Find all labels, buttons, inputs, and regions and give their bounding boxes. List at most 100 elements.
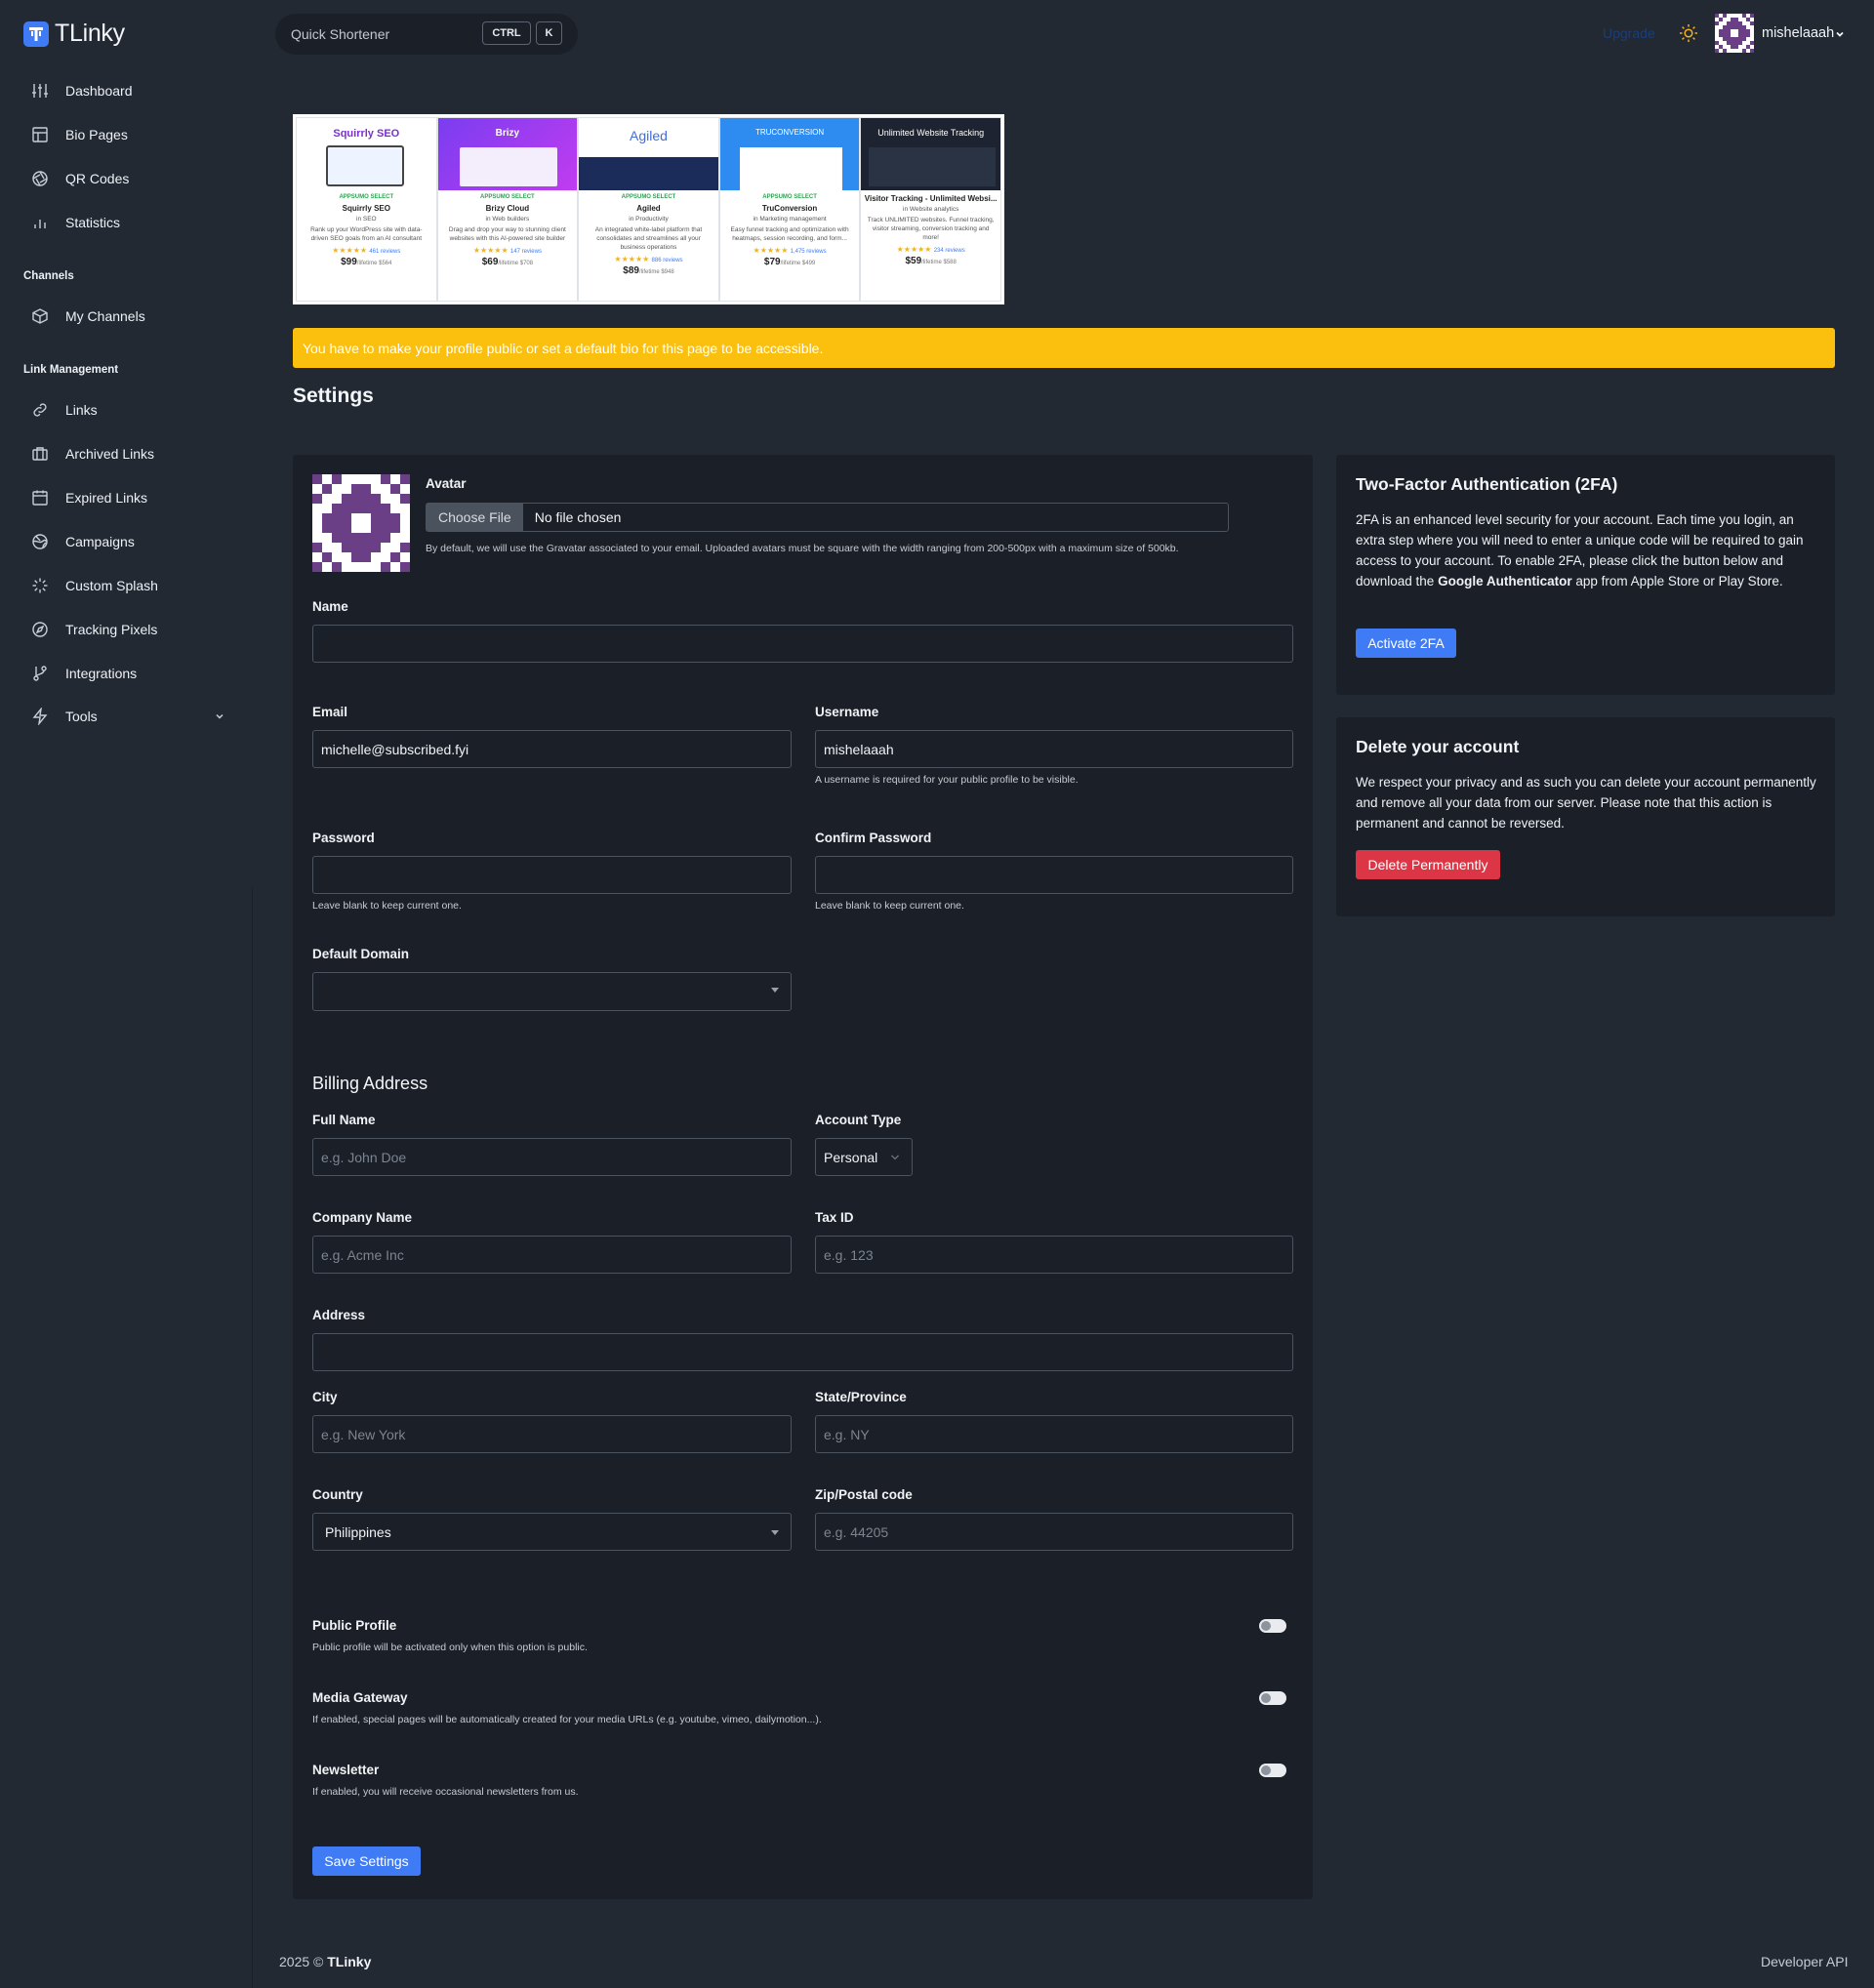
sidebar-item-my-channels[interactable]: My Channels — [31, 305, 145, 327]
kbd-k: K — [536, 21, 562, 45]
user-menu-name[interactable]: mishelaaah — [1762, 25, 1834, 41]
delete-title: Delete your account — [1356, 737, 1520, 756]
ad-card[interactable]: TRUCONVERSION APPSUMO SELECT TruConversi… — [718, 117, 861, 302]
developer-api-link[interactable]: Developer API — [1761, 1954, 1849, 1969]
newsletter-toggle[interactable] — [1259, 1764, 1286, 1777]
caret-down-icon — [771, 988, 779, 993]
footer-brand[interactable]: TLinky — [327, 1954, 371, 1969]
public-profile-label: Public Profile — [312, 1618, 397, 1633]
globe-icon — [32, 534, 48, 549]
sliders-icon — [32, 84, 48, 98]
sidebar-item-label: Expired Links — [65, 490, 148, 506]
media-gateway-toggle[interactable] — [1259, 1691, 1286, 1705]
settings-card: Avatar Choose File No file chosen By def… — [293, 455, 1313, 1899]
confirm-password-help: Leave blank to keep current one. — [815, 900, 964, 912]
ad-desc: An integrated white-label platform that … — [594, 226, 703, 251]
ad-category: in Website analytics — [903, 206, 959, 213]
twofa-card: Two-Factor Authentication (2FA) 2FA is a… — [1336, 455, 1835, 695]
full-name-label: Full Name — [312, 1113, 376, 1127]
delete-permanently-button[interactable]: Delete Permanently — [1356, 850, 1500, 879]
sidebar-item-statistics[interactable]: Statistics — [31, 212, 120, 233]
app-logo[interactable]: TLinky — [23, 20, 125, 48]
sidebar-item-custom-splash[interactable]: Custom Splash — [31, 575, 158, 596]
choose-file-button[interactable]: Choose File — [427, 504, 523, 531]
ad-brand: TRUCONVERSION — [754, 128, 825, 137]
ad-tag: APPSUMO SELECT — [339, 194, 394, 200]
ad-price: $59/lifetime $588 — [905, 256, 957, 266]
address-field[interactable] — [312, 1333, 1293, 1371]
password-field[interactable] — [312, 856, 792, 894]
ad-price: $99/lifetime $564 — [341, 257, 392, 267]
avatar-file-input[interactable]: Choose File No file chosen — [426, 503, 1229, 532]
sidebar-item-archived-links[interactable]: Archived Links — [31, 443, 154, 465]
save-settings-button[interactable]: Save Settings — [312, 1846, 421, 1876]
ad-category: in Web builders — [485, 216, 530, 223]
company-name-field[interactable]: e.g. Acme Inc — [312, 1236, 792, 1274]
sidebar-item-links[interactable]: Links — [31, 399, 98, 421]
ad-name: Brizy Cloud — [485, 204, 530, 213]
sidebar-item-qr-codes[interactable]: QR Codes — [31, 168, 129, 189]
ad-card[interactable]: Brizy APPSUMO SELECT Brizy Cloud in Web … — [436, 117, 579, 302]
country-select[interactable]: Philippines — [312, 1513, 792, 1551]
upgrade-link[interactable]: Upgrade — [1603, 25, 1655, 41]
email-field[interactable]: michelle@subscribed.fyi — [312, 730, 792, 768]
confirm-password-label: Confirm Password — [815, 831, 932, 845]
avatar[interactable] — [1715, 14, 1754, 53]
briefcase-icon — [32, 447, 48, 461]
ad-brand: Agiled — [630, 128, 668, 143]
chevron-down-icon[interactable] — [215, 710, 224, 724]
ad-price: $79/lifetime $499 — [763, 257, 816, 267]
sidebar-item-expired-links[interactable]: Expired Links — [31, 487, 147, 508]
ad-name: Visitor Tracking - Unlimited Websi... — [864, 194, 998, 203]
tax-id-field[interactable]: e.g. 123 — [815, 1236, 1293, 1274]
confirm-password-field[interactable] — [815, 856, 1293, 894]
sun-icon[interactable] — [1679, 23, 1698, 46]
ad-price: $69/lifetime $708 — [481, 257, 534, 267]
sidebar-item-tools[interactable]: Tools — [31, 706, 98, 727]
zap-icon — [32, 708, 48, 725]
sidebar-item-tracking-pixels[interactable]: Tracking Pixels — [31, 619, 157, 640]
ad-rating: ★★★★★ 461 reviews — [332, 246, 401, 255]
sidebar-divider — [252, 888, 253, 1988]
public-profile-toggle[interactable] — [1259, 1619, 1286, 1633]
ad-tag: APPSUMO SELECT — [762, 194, 817, 200]
ad-rating: ★★★★★ 886 reviews — [614, 255, 683, 264]
ad-tag: APPSUMO SELECT — [480, 194, 535, 200]
sidebar-item-integrations[interactable]: Integrations — [31, 663, 137, 684]
default-domain-select[interactable] — [312, 972, 792, 1011]
ad-card[interactable]: Unlimited Website Tracking Visitor Track… — [860, 117, 1001, 302]
nav-section-link-management: Link Management — [23, 364, 119, 376]
zip-field[interactable]: e.g. 44205 — [815, 1513, 1293, 1551]
zip-label: Zip/Postal code — [815, 1487, 913, 1502]
sidebar-item-campaigns[interactable]: Campaigns — [31, 531, 135, 552]
chevron-down-icon — [891, 1155, 899, 1160]
city-field[interactable]: e.g. New York — [312, 1415, 792, 1453]
account-type-select[interactable]: Personal — [815, 1138, 913, 1176]
state-field[interactable]: e.g. NY — [815, 1415, 1293, 1453]
password-help: Leave blank to keep current one. — [312, 900, 462, 912]
sidebar-item-label: Integrations — [65, 666, 138, 681]
username-field[interactable]: mishelaaah — [815, 730, 1293, 768]
country-label: Country — [312, 1487, 363, 1502]
box-icon — [32, 308, 48, 324]
ad-card[interactable]: Agiled APPSUMO SELECT Agiled in Producti… — [578, 117, 719, 302]
full-name-field[interactable]: e.g. John Doe — [312, 1138, 792, 1176]
public-profile-help: Public profile will be activated only wh… — [312, 1642, 588, 1653]
delete-text: We respect your privacy and as such you … — [1356, 775, 1816, 831]
name-field[interactable] — [312, 625, 1293, 663]
activate-2fa-button[interactable]: Activate 2FA — [1356, 629, 1456, 658]
app-name: TLinky — [55, 20, 125, 47]
sidebar-item-dashboard[interactable]: Dashboard — [31, 80, 133, 101]
country-value: Philippines — [325, 1523, 391, 1540]
tax-id-label: Tax ID — [815, 1210, 854, 1225]
username-help: A username is required for your public p… — [815, 774, 1079, 786]
ad-rating: ★★★★★ 1,475 reviews — [753, 246, 827, 255]
ad-banner[interactable]: Squirrly SEO APPSUMO SELECT Squirrly SEO… — [293, 114, 1004, 304]
sidebar-item-bio-pages[interactable]: Bio Pages — [31, 124, 128, 145]
ad-card[interactable]: Squirrly SEO APPSUMO SELECT Squirrly SEO… — [296, 117, 437, 302]
chevron-down-icon[interactable] — [1835, 26, 1845, 42]
twofa-text: 2FA is an enhanced level security for yo… — [1356, 512, 1804, 588]
quick-shortener-input[interactable]: Quick Shortener CTRL K — [275, 14, 578, 55]
sidebar-item-label: Campaigns — [65, 534, 135, 549]
ad-rating: ★★★★★ 234 reviews — [896, 245, 965, 254]
